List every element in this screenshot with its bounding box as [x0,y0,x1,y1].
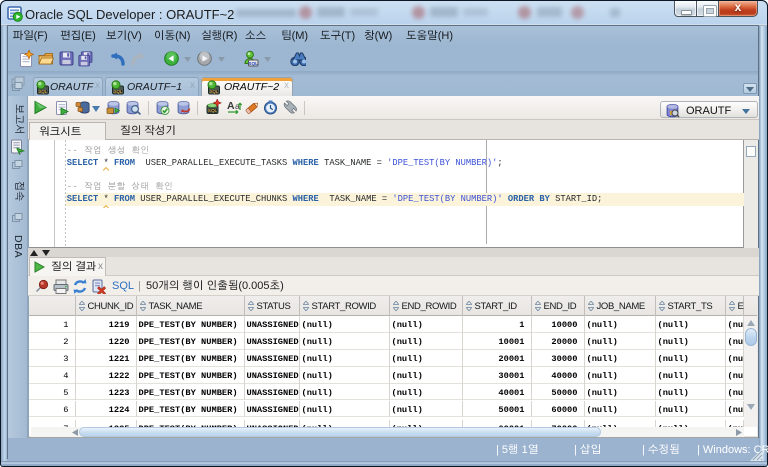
svg-text:SQL: SQL [208,108,218,113]
svg-text:SQL: SQL [114,89,123,94]
svg-text:SQL: SQL [39,89,48,94]
svg-text:SQL: SQL [210,89,219,94]
svg-text:A: A [227,100,235,112]
svg-text:a: a [235,101,240,111]
svg-text:SQL: SQL [248,61,258,67]
